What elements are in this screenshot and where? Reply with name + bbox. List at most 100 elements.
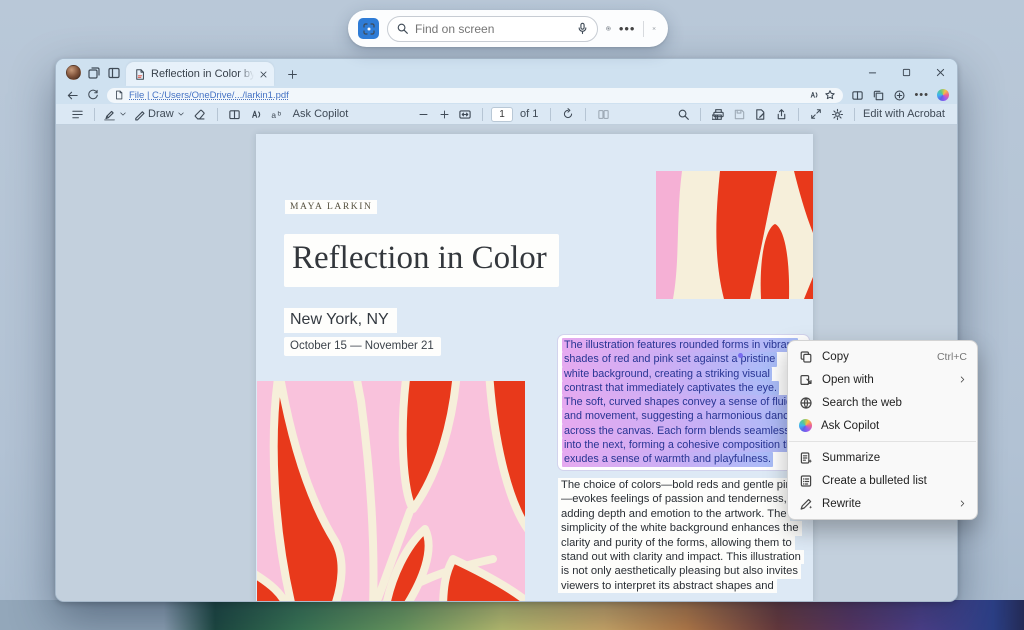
read-aloud-icon[interactable] xyxy=(807,89,819,101)
address-bar[interactable]: File | C:/Users/OneDrive/.../larkin1.pdf xyxy=(107,88,843,103)
share-icon xyxy=(775,108,788,121)
workspaces-icon[interactable] xyxy=(87,66,101,80)
settings-more-icon[interactable]: ••• xyxy=(914,90,929,100)
menu-item-label: Rewrite xyxy=(822,498,949,510)
draw-button[interactable]: Draw xyxy=(130,105,188,123)
open-with-icon xyxy=(799,373,813,387)
share-button[interactable] xyxy=(772,105,790,123)
save-button xyxy=(730,105,748,123)
menu-item-label: Open with xyxy=(822,374,949,386)
text-line: contrast that immediately captivates the… xyxy=(562,381,779,395)
menu-item-search-web[interactable]: Search the web xyxy=(788,391,977,414)
save-as-icon xyxy=(754,108,767,121)
minimize-icon xyxy=(867,67,878,78)
refresh-icon[interactable] xyxy=(87,89,99,101)
collections-icon[interactable] xyxy=(872,89,885,102)
menu-item-ask-copilot[interactable]: Ask Copilot xyxy=(788,414,977,437)
menu-item-open-with[interactable]: Open with xyxy=(788,368,977,391)
chevron-down-icon xyxy=(119,110,127,118)
divider xyxy=(482,108,483,121)
text-line: clarity and purity of the forms, allowin… xyxy=(558,536,795,550)
document-author: MAYA LARKIN xyxy=(285,200,377,214)
back-icon[interactable] xyxy=(66,89,79,102)
fullscreen-button[interactable] xyxy=(807,105,825,123)
profile-avatar[interactable] xyxy=(66,65,81,80)
draw-label: Draw xyxy=(148,108,174,120)
selection-handle[interactable] xyxy=(738,353,743,358)
copilot-icon[interactable] xyxy=(937,89,949,101)
divider xyxy=(700,108,701,121)
favorites-star-icon[interactable] xyxy=(824,89,836,101)
rewrite-icon xyxy=(799,497,813,511)
search-document-button[interactable] xyxy=(674,105,692,123)
menu-item-copy[interactable]: Copy Ctrl+C xyxy=(788,345,977,368)
browser-tab[interactable]: Reflection in Color by Maya Larkin xyxy=(126,62,274,86)
ask-copilot-button[interactable]: Ask Copilot xyxy=(289,105,353,123)
new-tab-button[interactable] xyxy=(282,64,302,84)
read-aloud-button[interactable] xyxy=(247,105,265,123)
browser-window: Reflection in Color by Maya Larkin File … xyxy=(55,58,958,602)
edit-with-acrobat-button[interactable]: Edit with Acrobat xyxy=(863,108,945,120)
gear-icon xyxy=(831,108,844,121)
print-button[interactable] xyxy=(709,105,727,123)
fit-width-icon xyxy=(458,108,472,121)
save-as-button[interactable] xyxy=(751,105,769,123)
text-line: The soft, curved shapes convey a sense o… xyxy=(562,395,805,409)
pdf-toolbar: Draw ab Ask Copilot of 1 xyxy=(56,104,957,125)
url-text: File | C:/Users/OneDrive/.../larkin1.pdf xyxy=(129,90,802,101)
page-layout-button[interactable] xyxy=(226,105,244,123)
text-line: into the next, forming a cohesive compos… xyxy=(562,438,803,452)
desktop-wallpaper xyxy=(0,600,1024,630)
text-line: adding depth and emotion to the artwork.… xyxy=(558,507,790,521)
mic-icon[interactable] xyxy=(576,22,589,35)
menu-item-label: Create a bulleted list xyxy=(822,475,967,487)
translate-button[interactable]: ab xyxy=(268,105,286,123)
extensions-icon[interactable] xyxy=(893,89,906,102)
vertical-tabs-icon[interactable] xyxy=(107,66,121,80)
toc-button[interactable] xyxy=(68,105,86,123)
globe-icon xyxy=(799,396,813,410)
text-line: simplicity of the white background enhan… xyxy=(558,521,802,535)
capture-icon[interactable] xyxy=(358,18,379,39)
svg-text:a: a xyxy=(271,109,276,119)
summarize-icon xyxy=(799,451,813,465)
highlighted-selection[interactable]: The illustration features rounded forms … xyxy=(558,335,809,470)
pdf-settings-button[interactable] xyxy=(828,105,846,123)
page-total-label: of 1 xyxy=(520,108,538,120)
text-line: is not only aesthetically pleasing but a… xyxy=(558,564,801,578)
highlight-button[interactable] xyxy=(103,105,127,123)
zoom-in-button[interactable] xyxy=(435,105,453,123)
menu-item-bulleted-list[interactable]: Create a bulleted list xyxy=(788,469,977,492)
vision-icon[interactable] xyxy=(606,21,611,36)
split-screen-icon[interactable] xyxy=(851,89,864,102)
eraser-button[interactable] xyxy=(191,105,209,123)
page-view-icon xyxy=(597,108,610,121)
menu-item-summarize[interactable]: Summarize xyxy=(788,446,977,469)
zoom-out-button[interactable] xyxy=(414,105,432,123)
pdf-page: MAYA LARKIN Reflection in Color New York… xyxy=(256,134,813,602)
address-bar-row: File | C:/Users/OneDrive/.../larkin1.pdf… xyxy=(56,86,957,104)
more-options-icon[interactable]: ••• xyxy=(619,24,636,34)
file-icon xyxy=(114,90,124,100)
find-search-field[interactable] xyxy=(387,16,598,42)
window-close-button[interactable] xyxy=(923,59,957,86)
maximize-button[interactable] xyxy=(889,59,923,86)
rotate-icon xyxy=(562,108,574,120)
zoom-in-icon xyxy=(439,109,450,120)
artwork-top-right xyxy=(656,171,813,299)
copilot-icon xyxy=(799,419,812,432)
fit-width-button[interactable] xyxy=(456,105,474,123)
page-number-input[interactable] xyxy=(491,107,513,122)
close-icon[interactable] xyxy=(652,22,656,35)
menu-divider xyxy=(789,441,976,442)
menu-item-rewrite[interactable]: Rewrite xyxy=(788,492,977,515)
rotate-button[interactable] xyxy=(559,105,577,123)
minimize-button[interactable] xyxy=(855,59,889,86)
ask-copilot-label: Ask Copilot xyxy=(293,108,349,120)
search-input[interactable] xyxy=(415,22,570,36)
text-line: across the canvas. Each form blends seam… xyxy=(562,424,799,438)
document-title: Reflection in Color xyxy=(284,234,559,287)
tab-close-icon[interactable] xyxy=(259,70,268,79)
divider xyxy=(585,108,586,121)
pen-icon xyxy=(133,108,146,121)
